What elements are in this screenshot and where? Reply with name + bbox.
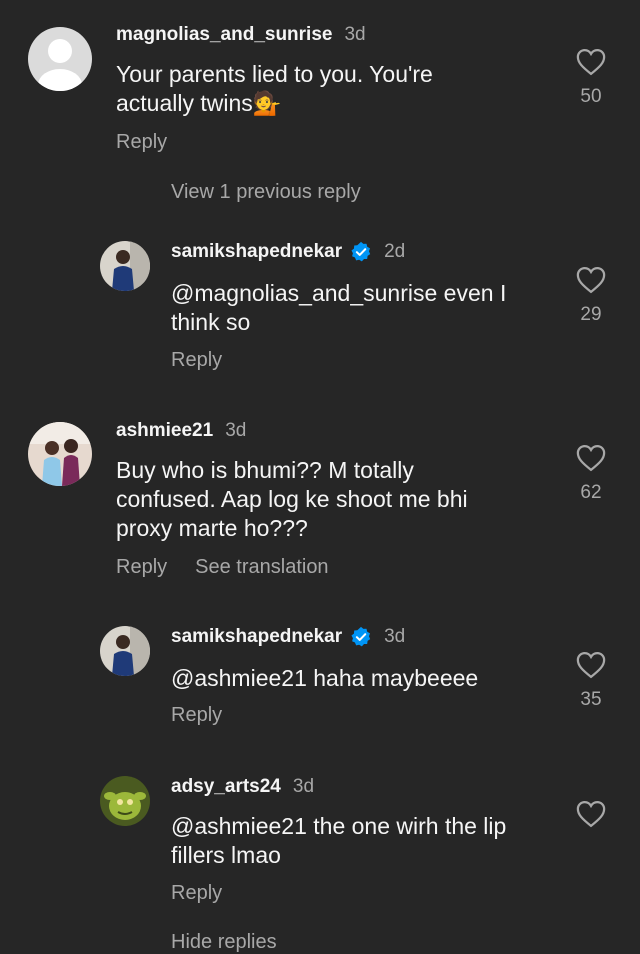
heart-icon[interactable] (576, 651, 606, 679)
avatar[interactable] (100, 776, 150, 826)
avatar[interactable] (100, 241, 150, 291)
avatar[interactable] (100, 626, 150, 676)
username[interactable]: ashmiee21 (116, 420, 213, 442)
timestamp: 3d (384, 626, 406, 647)
comment-line: actually twins💁 (116, 90, 282, 116)
comment-text: Buy who is bhumi?? M totally confused. A… (116, 456, 468, 543)
reply-button[interactable]: Reply (171, 882, 222, 905)
comment-text: @ashmiee21 haha maybeeee (171, 664, 478, 693)
profile-photo-icon (28, 422, 92, 486)
profile-photo-icon (100, 776, 150, 826)
heart-icon[interactable] (576, 444, 606, 472)
like-count: 29 (580, 304, 602, 325)
like-count: 62 (580, 482, 602, 503)
comment-meta: magnolias_and_sunrise 3d (116, 24, 366, 46)
comment-line: proxy marte ho??? (116, 515, 308, 541)
like-group: 50 (574, 48, 608, 108)
like-group: 35 (574, 651, 608, 711)
comment-line: Buy who is bhumi?? M totally (116, 457, 414, 483)
comment-text: @ashmiee21 the one wirh the lip fillers … (171, 812, 506, 870)
avatar[interactable] (28, 27, 92, 91)
timestamp: 3d (292, 776, 315, 797)
default-avatar-icon (28, 27, 92, 91)
timestamp: 2d (384, 241, 406, 262)
reply-button[interactable]: Reply (171, 704, 222, 727)
comment-line: @ashmiee21 haha maybeeee (171, 665, 479, 691)
comment-meta: samikshapednekar 2d (171, 241, 405, 263)
comment-actions: Reply (171, 882, 250, 905)
comment-meta: adsy_arts24 3d (171, 776, 314, 798)
username[interactable]: adsy_arts24 (171, 776, 281, 798)
profile-photo-icon (100, 241, 150, 291)
hide-replies-button[interactable]: Hide replies (171, 931, 277, 954)
view-previous-replies-button[interactable]: View 1 previous reply (171, 181, 361, 204)
profile-photo-icon (100, 626, 150, 676)
verified-badge-icon (351, 241, 371, 262)
like-group: 62 (574, 444, 608, 504)
timestamp: 3d (225, 420, 247, 441)
username[interactable]: samikshapednekar (171, 626, 342, 648)
like-group: 29 (574, 266, 608, 326)
comment-meta: samikshapednekar 3d (171, 626, 405, 648)
like-group (574, 800, 608, 828)
reply-button[interactable]: Reply (116, 131, 167, 154)
verified-badge-icon (351, 626, 371, 647)
comment-line: fillers lmao (171, 842, 281, 868)
comment-line: @magnolias_and_sunrise even I (171, 280, 507, 306)
timestamp: 3d (344, 24, 366, 45)
reply-button[interactable]: Reply (171, 349, 222, 372)
comment-actions: Reply See translation (116, 556, 357, 579)
comment-line: @ashmiee21 the one wirh the lip (171, 813, 507, 839)
comment-actions: Reply (171, 349, 250, 372)
username[interactable]: samikshapednekar (171, 241, 342, 263)
comment-meta: ashmiee21 3d (116, 420, 246, 442)
heart-icon[interactable] (576, 800, 606, 828)
avatar[interactable] (28, 422, 92, 486)
comment-text: Your parents lied to you. You're actuall… (116, 60, 433, 118)
username[interactable]: magnolias_and_sunrise (116, 24, 332, 46)
like-count: 50 (580, 86, 602, 107)
heart-icon[interactable] (576, 266, 606, 294)
comment-actions: Reply (116, 131, 195, 154)
see-translation-button[interactable]: See translation (195, 556, 328, 579)
heart-icon[interactable] (576, 48, 606, 76)
reply-button[interactable]: Reply (116, 556, 167, 579)
comment-line: confused. Aap log ke shoot me bhi (116, 486, 468, 512)
comment-text: @magnolias_and_sunrise even I think so (171, 279, 506, 337)
comment-line: Your parents lied to you. You're (116, 61, 433, 87)
comment-line: think so (171, 309, 251, 335)
like-count: 35 (580, 689, 602, 710)
comment-actions: Reply (171, 704, 250, 727)
